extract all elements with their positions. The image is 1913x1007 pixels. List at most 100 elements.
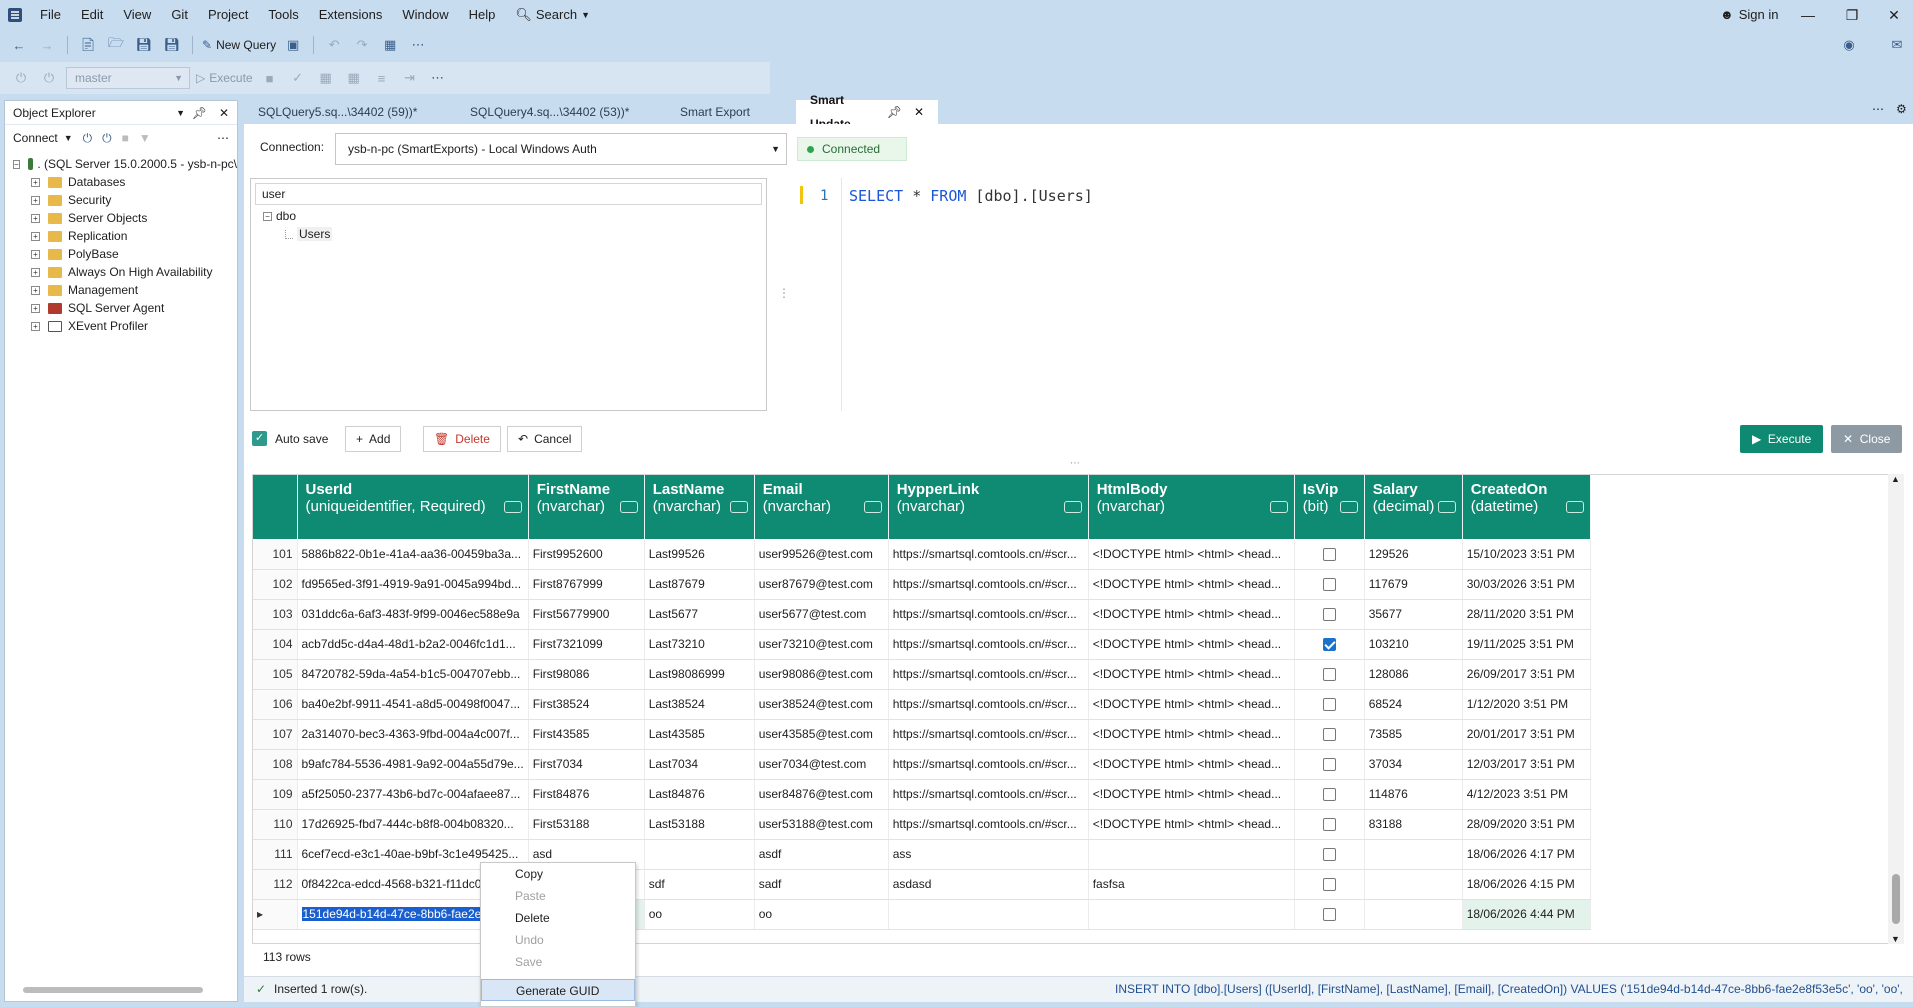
table-cell[interactable]: 19/11/2025 3:51 PM — [1462, 629, 1591, 660]
new-file-icon[interactable]: 📄︎ — [77, 34, 99, 56]
table-cell[interactable]: 12/03/2017 3:51 PM — [1462, 749, 1591, 780]
database-select[interactable]: master ▼ — [66, 67, 190, 89]
table-row[interactable]: 107 2a314070-bec3-4363-9fbd-004a4c007f...… — [253, 719, 1591, 750]
splitter-handle[interactable]: ⋯ — [1070, 458, 1080, 469]
table-cell[interactable]: <!DOCTYPE html> <html> <head... — [1088, 689, 1295, 720]
table-cell[interactable]: Last38524 — [644, 689, 755, 720]
disconnect-icon[interactable]: ⏻ — [38, 67, 60, 89]
splitter-handle[interactable]: ⋮ — [778, 286, 790, 300]
minimize-button[interactable]: — — [1786, 0, 1830, 30]
table-cell[interactable]: 18/06/2026 4:17 PM — [1462, 839, 1591, 870]
scroll-thumb[interactable] — [23, 987, 203, 993]
table-cell[interactable]: First56779900 — [528, 599, 645, 630]
table-cell[interactable]: 128086 — [1364, 659, 1463, 690]
column-filter-icon[interactable] — [503, 501, 522, 513]
delete-button[interactable]: 🗑︎ Delete — [423, 426, 501, 452]
menu-tools[interactable]: Tools — [258, 0, 308, 30]
table-cell[interactable] — [1294, 659, 1365, 690]
search-menu[interactable]: 🔍︎ Search ▼ — [505, 0, 600, 30]
tab-smart-update[interactable]: Smart Update 📌︎ ✕ — [796, 93, 938, 131]
column-filter-icon[interactable] — [1565, 501, 1584, 513]
table-cell[interactable]: b9afc784-5536-4981-9a92-004a55d79e... — [297, 749, 529, 780]
table-cell[interactable]: 26/09/2017 3:51 PM — [1462, 659, 1591, 690]
table-cell[interactable]: First43585 — [528, 719, 645, 750]
current-row-indicator-icon[interactable]: ▸ — [253, 899, 298, 930]
forward-icon[interactable]: → — [36, 34, 58, 56]
tab-sqlquery5[interactable]: SQLQuery5.sq...\34402 (59))* — [244, 100, 456, 124]
table-cell[interactable] — [1294, 689, 1365, 720]
table-cell[interactable]: <!DOCTYPE html> <html> <head... — [1088, 539, 1295, 570]
table-cell[interactable]: <!DOCTYPE html> <html> <head... — [1088, 719, 1295, 750]
checkbox[interactable] — [1322, 668, 1336, 682]
table-cell[interactable]: First8767999 — [528, 569, 645, 600]
expand-icon[interactable]: + — [31, 177, 40, 187]
table-row[interactable]: 112 0f8422ca-edcd-4568-b321-f11dc0 sdf sadf… — [253, 869, 1591, 900]
table-cell[interactable] — [1088, 839, 1295, 870]
table-row[interactable]: 105 84720782-59da-4a54-b1c5-004707ebb... F… — [253, 659, 1591, 690]
table-cell[interactable] — [1294, 749, 1365, 780]
table-cell[interactable] — [1364, 839, 1463, 870]
table-cell[interactable]: 18/06/2026 4:15 PM — [1462, 869, 1591, 900]
table-cell[interactable]: 20/01/2017 3:51 PM — [1462, 719, 1591, 750]
table-cell[interactable]: <!DOCTYPE html> <html> <head... — [1088, 749, 1295, 780]
horizontal-scrollbar[interactable] — [13, 985, 231, 995]
table-row[interactable]: 106 ba40e2bf-9911-4541-a8d5-00498f0047...… — [253, 689, 1591, 720]
table-cell[interactable]: 4/12/2023 3:51 PM — [1462, 779, 1591, 810]
scroll-up-icon[interactable]: ▲ — [1891, 474, 1900, 484]
row-number[interactable]: 104 — [253, 629, 298, 660]
menu-file[interactable]: File — [30, 0, 71, 30]
column-header[interactable]: Salary (decimal) — [1364, 475, 1463, 539]
indent-icon[interactable]: ⇥ — [399, 67, 421, 89]
table-cell[interactable]: 18/06/2026 4:44 PM — [1462, 899, 1591, 930]
checkbox[interactable] — [1322, 908, 1336, 922]
table-cell[interactable] — [888, 899, 1089, 930]
table-cell[interactable]: <!DOCTYPE html> <html> <head... — [1088, 809, 1295, 840]
sql-line[interactable]: SELECT * FROM [dbo].[Users] — [849, 187, 1093, 205]
activity-monitor-icon[interactable]: ▦ — [379, 34, 401, 56]
table-cell[interactable]: acb7dd5c-d4a4-48d1-b2a2-0046fc1d1... — [297, 629, 529, 660]
more-icon[interactable]: ⋯ — [407, 34, 429, 56]
parse-icon[interactable]: ✓ — [287, 67, 309, 89]
table-cell[interactable]: First53188 — [528, 809, 645, 840]
table-cell[interactable]: First38524 — [528, 689, 645, 720]
filter-icon[interactable]: ▼ — [139, 131, 151, 145]
back-icon[interactable]: ← — [8, 34, 30, 56]
table-cell[interactable]: https://smartsql.comtools.cn/#scr... — [888, 539, 1089, 570]
row-number[interactable]: 109 — [253, 779, 298, 810]
stop-icon[interactable]: ■ — [259, 67, 281, 89]
column-filter-icon[interactable] — [1269, 501, 1288, 513]
table-cell[interactable] — [1088, 899, 1295, 930]
maximize-button[interactable]: ❐ — [1830, 0, 1874, 30]
disconnect-icon[interactable]: ⏻ — [102, 131, 112, 146]
table-cell[interactable]: 103210 — [1364, 629, 1463, 660]
pin-icon[interactable]: 📌︎ — [887, 100, 902, 124]
vertical-scrollbar[interactable]: ▲ ▼ — [1888, 474, 1904, 944]
close-button[interactable]: ✕ Close — [1831, 425, 1903, 453]
tree-node-table[interactable]: Users — [263, 225, 333, 243]
menu-project[interactable]: Project — [198, 0, 258, 30]
table-cell[interactable]: Last87679 — [644, 569, 755, 600]
table-cell[interactable]: https://smartsql.comtools.cn/#scr... — [888, 749, 1089, 780]
row-number[interactable]: 111 — [253, 839, 298, 870]
menu-help[interactable]: Help — [459, 0, 506, 30]
table-cell[interactable]: https://smartsql.comtools.cn/#scr... — [888, 779, 1089, 810]
checkbox[interactable] — [1322, 758, 1336, 772]
column-header[interactable]: Email (nvarchar) — [754, 475, 889, 539]
menu-item-undo[interactable]: Undo — [481, 929, 635, 951]
scroll-down-icon[interactable]: ▼ — [1891, 934, 1900, 944]
checkbox[interactable] — [1322, 698, 1336, 712]
row-number[interactable]: 108 — [253, 749, 298, 780]
table-cell[interactable]: ass — [888, 839, 1089, 870]
table-cell[interactable]: oo — [754, 899, 889, 930]
expand-icon[interactable]: + — [31, 213, 40, 223]
table-cell[interactable] — [1294, 539, 1365, 570]
expand-icon[interactable]: + — [31, 195, 40, 205]
table-cell[interactable]: First84876 — [528, 779, 645, 810]
table-row[interactable]: 108 b9afc784-5536-4981-9a92-004a55d79e...… — [253, 749, 1591, 780]
tree-node[interactable]: + SQL Server Agent — [13, 299, 237, 317]
table-cell[interactable]: Last99526 — [644, 539, 755, 570]
feedback-icon[interactable]: ✉ — [1886, 34, 1908, 56]
table-row[interactable]: 104 acb7dd5c-d4a4-48d1-b2a2-0046fc1d1... F… — [253, 629, 1591, 660]
table-cell[interactable]: Last43585 — [644, 719, 755, 750]
table-cell[interactable]: 15/10/2023 3:51 PM — [1462, 539, 1591, 570]
